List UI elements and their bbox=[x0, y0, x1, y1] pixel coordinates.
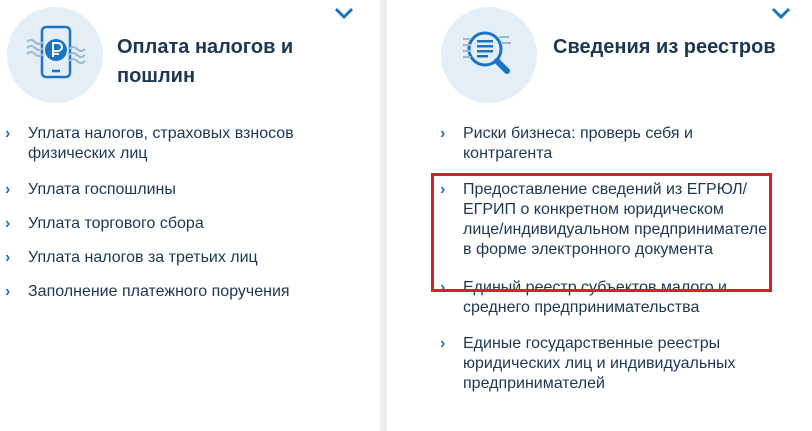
chevron-right-icon: › bbox=[5, 283, 11, 300]
link-label: Предоставление сведений из ЕГРЮЛ/ЕГРИП о… bbox=[463, 181, 768, 258]
chevron-right-icon: › bbox=[440, 125, 446, 142]
link-payment-order[interactable]: › Заполнение платежного поручения bbox=[5, 282, 375, 302]
link-list: › Уплата налогов, страховых взносов физич… bbox=[5, 124, 375, 316]
link-egrul-egrip-extract[interactable]: › Предоставление сведений из ЕГРЮЛ/ЕГРИП … bbox=[440, 180, 768, 260]
link-label: Единые государственные реестры юридическ… bbox=[463, 335, 736, 392]
chevron-right-icon: › bbox=[5, 215, 11, 232]
card-tax-payment: Оплата налогов и пошлин › Уплата налогов,… bbox=[0, 0, 380, 431]
link-pay-third-party-taxes[interactable]: › Уплата налогов за третьих лиц bbox=[5, 248, 375, 268]
link-state-registries[interactable]: › Единые государственные реестры юридичес… bbox=[440, 334, 780, 394]
link-label: Уплата налогов, страховых взносов физиче… bbox=[28, 125, 294, 162]
link-pay-state-duty[interactable]: › Уплата госпошлины bbox=[5, 180, 375, 200]
link-label: Единый реестр субъектов малого и среднег… bbox=[463, 279, 727, 316]
chevron-right-icon: › bbox=[5, 181, 11, 198]
chevron-down-icon[interactable] bbox=[770, 5, 792, 21]
chevron-right-icon: › bbox=[5, 125, 11, 142]
chevron-right-icon: › bbox=[440, 335, 446, 352]
link-label: Уплата налогов за третьих лиц bbox=[28, 249, 258, 266]
registry-search-icon bbox=[441, 7, 537, 103]
link-pay-trade-fee[interactable]: › Уплата торгового сбора bbox=[5, 214, 375, 234]
link-label: Уплата торгового сбора bbox=[28, 215, 204, 232]
link-label: Риски бизнеса: проверь себя и контрагент… bbox=[463, 125, 693, 162]
chevron-right-icon: › bbox=[440, 181, 446, 198]
link-label: Уплата госпошлины bbox=[28, 181, 176, 198]
link-business-risks[interactable]: › Риски бизнеса: проверь себя и контраген… bbox=[440, 124, 780, 164]
chevron-right-icon: › bbox=[5, 249, 11, 266]
link-list: › Риски бизнеса: проверь себя и контраген… bbox=[440, 124, 780, 394]
link-sme-registry[interactable]: › Единый реестр субъектов малого и средне… bbox=[440, 278, 780, 318]
chevron-right-icon: › bbox=[440, 279, 446, 296]
card-title: Сведения из реестров bbox=[553, 36, 776, 58]
card-title: Оплата налогов и пошлин bbox=[117, 36, 294, 87]
phone-ruble-icon bbox=[7, 7, 103, 103]
chevron-down-icon[interactable] bbox=[333, 5, 355, 21]
link-label: Заполнение платежного поручения bbox=[28, 283, 290, 300]
link-pay-individual-taxes[interactable]: › Уплата налогов, страховых взносов физич… bbox=[5, 124, 375, 164]
